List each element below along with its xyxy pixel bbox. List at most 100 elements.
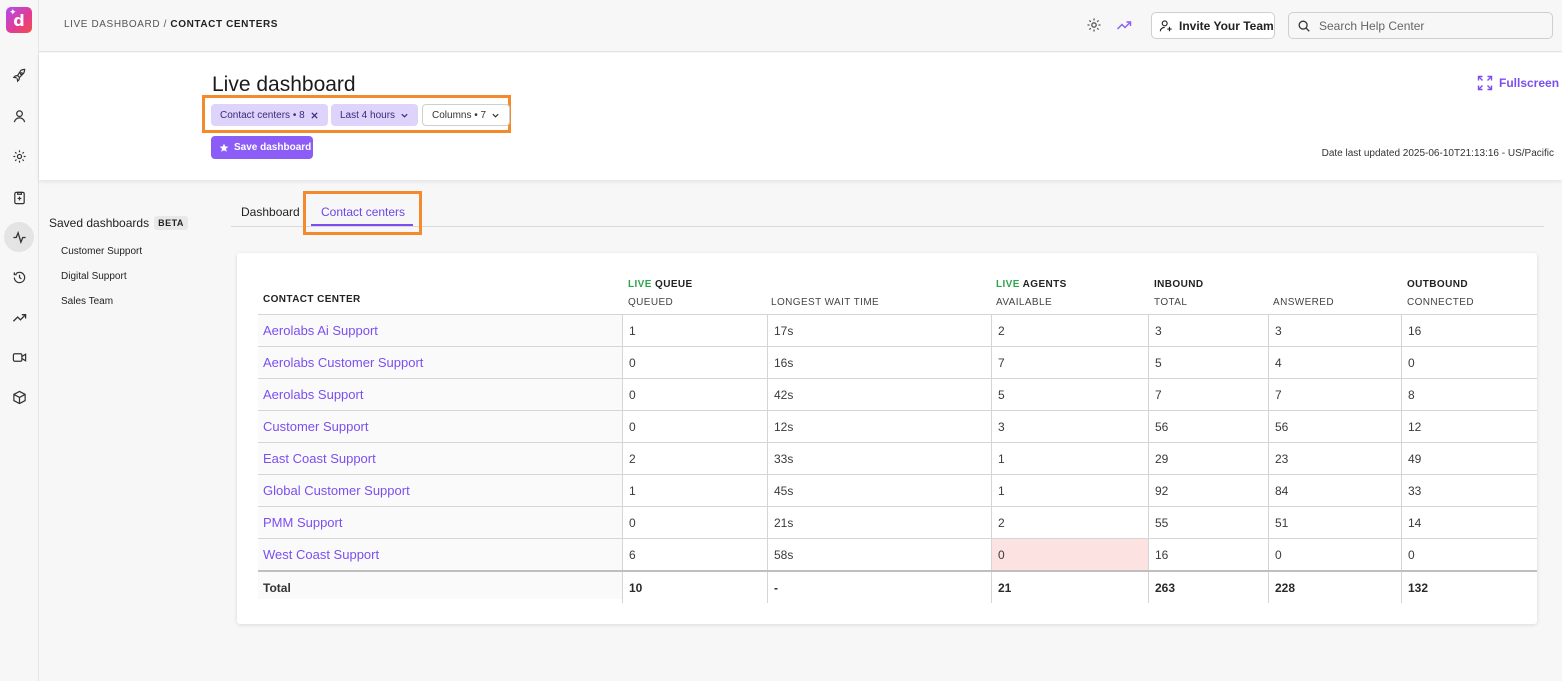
trending-up-icon[interactable] xyxy=(8,306,30,328)
contact-centers-filter-label: Contact centers • 8 xyxy=(220,109,305,121)
available-cell: 2 xyxy=(991,315,1148,346)
column-header-available[interactable]: AVAILABLE xyxy=(996,297,1052,308)
totals-row: Total 10-21 263 228 132 xyxy=(258,570,1537,603)
star-icon xyxy=(219,143,229,152)
table-row: Aerolabs Customer Support 0 16s 7 5 4 0 xyxy=(258,346,1537,378)
queued-cell: 0 xyxy=(622,411,767,442)
connected-cell: 14 xyxy=(1401,507,1537,538)
longest-wait-cell: 21s xyxy=(767,507,991,538)
fullscreen-label: Fullscreen xyxy=(1499,76,1560,90)
group-header-live-queue: LIVE QUEUE xyxy=(628,279,693,290)
activity-pulse-icon[interactable] xyxy=(4,222,34,252)
last-updated-text: Date last updated 2025-06-10T21:13:16 - … xyxy=(1321,148,1554,159)
history-icon[interactable] xyxy=(8,266,30,288)
inbound-total-cell: 263 xyxy=(1148,572,1268,603)
table-row: Aerolabs Support 0 42s 5 7 7 8 xyxy=(258,378,1537,410)
queued-cell: 2 xyxy=(622,443,767,474)
app-logo[interactable]: ✦ d xyxy=(6,7,32,33)
group-header-live-agents: LIVE AGENTS xyxy=(996,279,1067,290)
queued-cell: 1 xyxy=(622,475,767,506)
saved-dashboard-item[interactable]: Sales Team xyxy=(61,296,113,307)
table-row: East Coast Support 2 33s 1 29 23 49 xyxy=(258,442,1537,474)
connected-cell: 8 xyxy=(1401,379,1537,410)
saved-dashboard-item[interactable]: Digital Support xyxy=(61,271,127,282)
column-header-contact-center[interactable]: CONTACT CENTER xyxy=(263,294,361,305)
column-header-answered[interactable]: ANSWERED xyxy=(1273,297,1334,308)
table-row: Global Customer Support 1 45s 1 92 84 33 xyxy=(258,474,1537,506)
chevron-down-icon xyxy=(492,113,499,118)
group-header-outbound: OUTBOUND xyxy=(1407,279,1468,290)
beta-badge: BETA xyxy=(154,216,188,230)
invite-team-button[interactable]: Invite Your Team xyxy=(1151,12,1275,39)
column-header-total[interactable]: TOTAL xyxy=(1154,297,1187,308)
saved-dashboards-label: Saved dashboards xyxy=(49,216,150,230)
saved-dashboard-item[interactable]: Customer Support xyxy=(61,246,142,257)
contact-center-link[interactable]: Aerolabs Customer Support xyxy=(258,347,622,378)
column-header-longest-wait[interactable]: LONGEST WAIT TIME xyxy=(771,297,879,308)
group-label: QUEUE xyxy=(655,279,693,290)
column-header-queued[interactable]: QUEUED xyxy=(628,297,673,308)
available-cell: 2 xyxy=(991,507,1148,538)
insights-trend-icon[interactable] xyxy=(1116,17,1132,33)
live-label: LIVE xyxy=(628,279,652,290)
help-search-input[interactable] xyxy=(1319,18,1539,33)
table-row: Customer Support 0 12s 3 56 56 12 xyxy=(258,410,1537,442)
close-icon[interactable] xyxy=(310,111,319,120)
cube-icon[interactable] xyxy=(8,386,30,408)
group-label: AGENTS xyxy=(1022,279,1067,290)
tab-dashboard[interactable]: Dashboard xyxy=(241,205,300,219)
saved-dashboards-title: Saved dashboards BETA xyxy=(49,216,188,230)
totals-label: Total xyxy=(263,580,291,595)
contact-center-link[interactable]: PMM Support xyxy=(258,507,622,538)
video-camera-icon[interactable] xyxy=(8,346,30,368)
time-range-filter-chip[interactable]: Last 4 hours xyxy=(331,104,419,126)
group-header-inbound: INBOUND xyxy=(1154,279,1204,290)
answered-cell: 228 xyxy=(1268,572,1401,603)
inbound-total-cell: 7 xyxy=(1148,379,1268,410)
queued-cell: 0 xyxy=(622,379,767,410)
connected-cell: 132 xyxy=(1401,572,1537,603)
longest-wait-cell: 45s xyxy=(767,475,991,506)
longest-wait-cell: 17s xyxy=(767,315,991,346)
answered-cell: 51 xyxy=(1268,507,1401,538)
answered-cell: 0 xyxy=(1268,539,1401,570)
longest-wait-cell: 16s xyxy=(767,347,991,378)
contact-center-link[interactable]: East Coast Support xyxy=(258,443,622,474)
longest-wait-cell: 42s xyxy=(767,379,991,410)
available-cell: 21 xyxy=(991,572,1148,603)
tab-highlight-outline xyxy=(303,191,422,235)
contact-center-link[interactable]: Global Customer Support xyxy=(258,475,622,506)
available-cell: 5 xyxy=(991,379,1148,410)
queued-cell: 0 xyxy=(622,347,767,378)
inbound-total-cell: 92 xyxy=(1148,475,1268,506)
queued-cell: 10 xyxy=(622,572,767,603)
breadcrumb-separator: / xyxy=(163,19,167,30)
contact-centers-filter-chip[interactable]: Contact centers • 8 xyxy=(211,104,328,126)
settings-icon[interactable] xyxy=(1086,17,1102,33)
contact-centers-table: CONTACT CENTER LIVE QUEUE LIVE AGENTS IN… xyxy=(237,253,1537,624)
longest-wait-cell: 58s xyxy=(767,539,991,570)
live-label: LIVE xyxy=(996,279,1020,290)
top-bar: LIVE DASHBOARD / CONTACT CENTERS Invite … xyxy=(39,0,1562,52)
answered-cell: 7 xyxy=(1268,379,1401,410)
inbound-total-cell: 16 xyxy=(1148,539,1268,570)
help-search-box[interactable] xyxy=(1288,12,1553,39)
available-cell: 1 xyxy=(991,443,1148,474)
contact-center-link[interactable]: West Coast Support xyxy=(258,539,622,570)
contact-center-link[interactable]: Aerolabs Support xyxy=(258,379,622,410)
longest-wait-cell: 12s xyxy=(767,411,991,442)
column-header-connected[interactable]: CONNECTED xyxy=(1407,297,1474,308)
contact-center-link[interactable]: Customer Support xyxy=(258,411,622,442)
clipboard-sparkle-icon[interactable] xyxy=(8,186,30,208)
breadcrumb-parent[interactable]: LIVE DASHBOARD xyxy=(64,19,160,30)
settings-gear-icon[interactable] xyxy=(8,145,30,167)
columns-selector-label: Columns • 7 xyxy=(432,109,487,121)
dashboard-header: Live dashboard Contact centers • 8 Last … xyxy=(39,53,1562,180)
fullscreen-button[interactable]: Fullscreen xyxy=(1477,75,1559,91)
columns-selector[interactable]: Columns • 7 xyxy=(422,104,511,126)
save-dashboard-button[interactable]: Save dashboard xyxy=(211,136,313,159)
connected-cell: 33 xyxy=(1401,475,1537,506)
rocket-icon[interactable] xyxy=(8,64,30,86)
contact-center-link[interactable]: Aerolabs Ai Support xyxy=(258,315,622,346)
user-icon[interactable] xyxy=(8,105,30,127)
